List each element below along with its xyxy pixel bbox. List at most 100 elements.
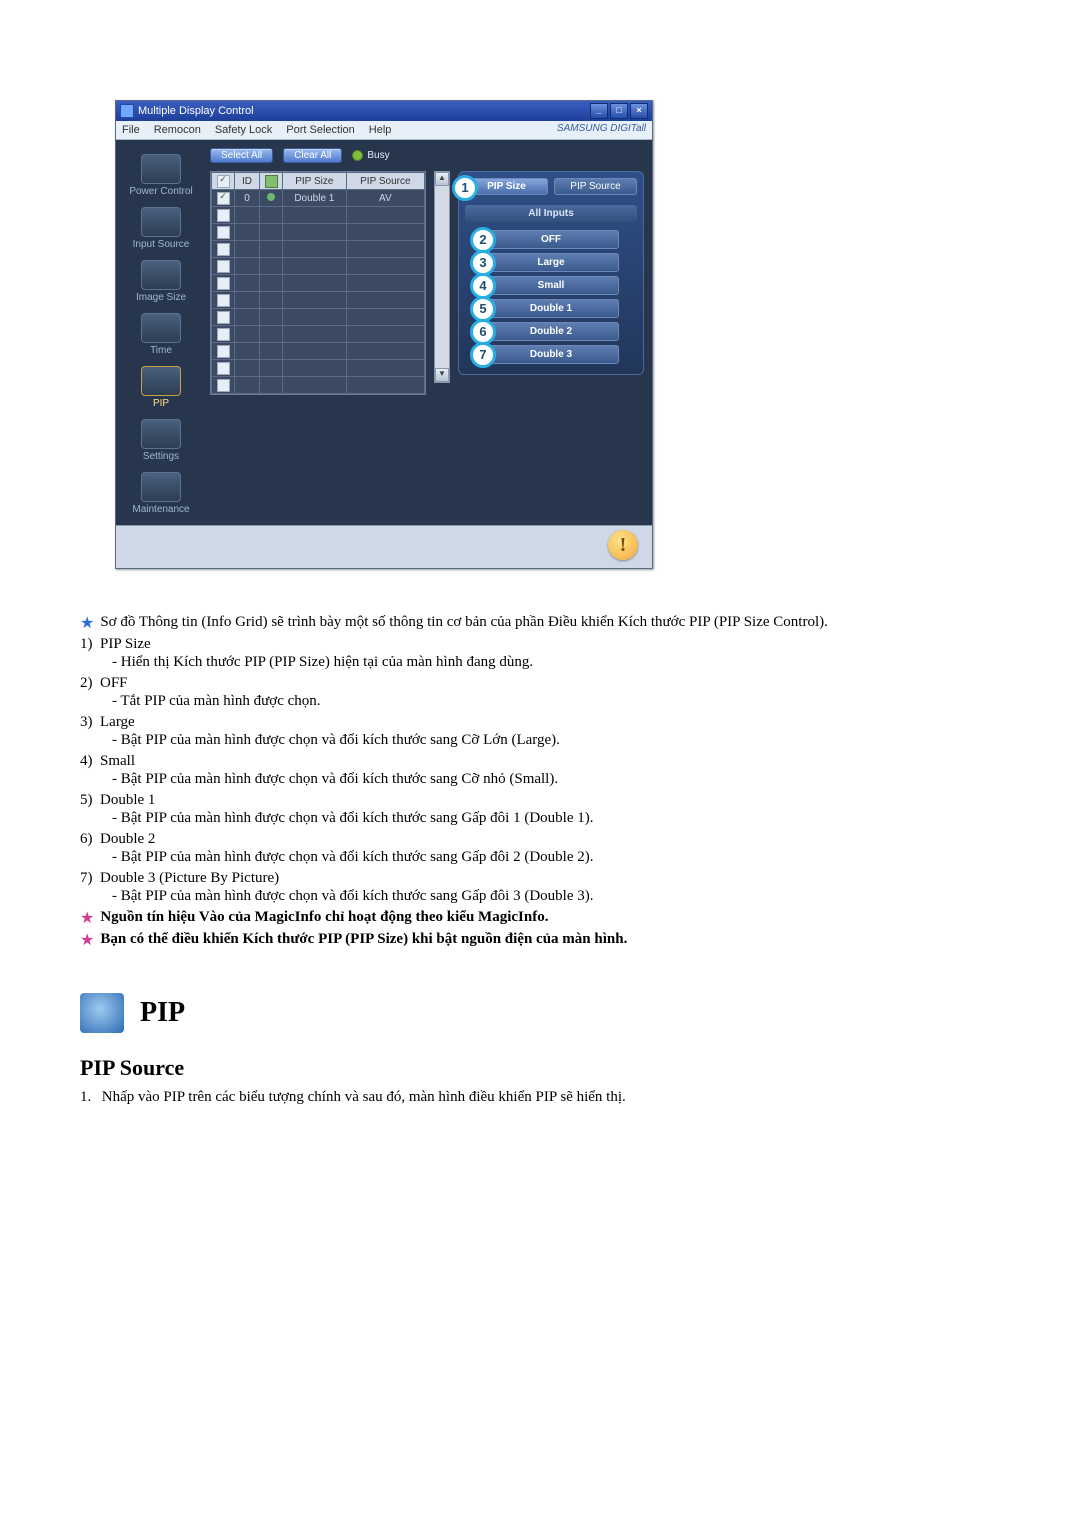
status-header-icon <box>265 175 278 188</box>
sidebar-item-time[interactable]: Time <box>116 313 206 356</box>
busy-label: Busy <box>367 150 389 161</box>
col-pip-source[interactable]: PIP Source <box>346 173 424 190</box>
cell-id: 0 <box>235 190 260 207</box>
row-checkbox-icon[interactable] <box>217 345 230 358</box>
status-strip: ! <box>116 525 652 568</box>
menu-help[interactable]: Help <box>369 124 392 136</box>
row-checkbox-icon[interactable] <box>217 209 230 222</box>
note-intro-text: Sơ đồ Thông tin (Info Grid) sẽ trình bày… <box>100 614 828 634</box>
table-row[interactable]: 0 Double 1 AV <box>212 190 425 207</box>
sidebar-item-input[interactable]: Input Source <box>116 207 206 250</box>
table-row[interactable] <box>212 326 425 343</box>
option-large[interactable]: 3 Large <box>483 253 619 272</box>
option-double3-label: Double 3 <box>530 349 572 360</box>
maintenance-icon <box>141 472 181 502</box>
col-pip-size[interactable]: PIP Size <box>283 173 347 190</box>
cell-pip-size: Double 1 <box>283 190 347 207</box>
option-off-label: OFF <box>541 234 561 245</box>
col-id[interactable]: ID <box>235 173 260 190</box>
busy-indicator: Busy <box>352 150 389 161</box>
sidebar-label-maint: Maintenance <box>116 504 206 515</box>
clear-all-button[interactable]: Clear All <box>283 148 342 163</box>
list-item: 3)Large <box>80 714 1000 731</box>
table-row[interactable] <box>212 258 425 275</box>
option-double2[interactable]: 6 Double 2 <box>483 322 619 341</box>
sidebar-label-pip: PIP <box>116 398 206 409</box>
step-text: Nhấp vào PIP trên các biểu tượng chính v… <box>102 1089 626 1105</box>
row-checkbox-icon[interactable] <box>217 260 230 273</box>
col-checkbox[interactable] <box>212 173 235 190</box>
row-checkbox-icon[interactable] <box>217 226 230 239</box>
tab-pip-size[interactable]: 1 PIP Size <box>465 178 548 195</box>
sidebar-label-power: Power Control <box>116 186 206 197</box>
table-row[interactable] <box>212 343 425 360</box>
checkbox-header-icon[interactable] <box>217 175 230 188</box>
close-button[interactable]: × <box>630 103 648 119</box>
menu-file[interactable]: File <box>122 124 140 136</box>
list-sub: - Bật PIP của màn hình được chọn và đổi … <box>112 771 1000 788</box>
select-all-button[interactable]: Select All <box>210 148 273 163</box>
list-item: 1. Nhấp vào PIP trên các biểu tượng chín… <box>80 1089 1000 1106</box>
row-checkbox-icon[interactable] <box>217 328 230 341</box>
option-double2-label: Double 2 <box>530 326 572 337</box>
option-off[interactable]: 2 OFF <box>483 230 619 249</box>
maximize-button[interactable]: □ <box>610 103 628 119</box>
row-checkbox-icon[interactable] <box>217 243 230 256</box>
option-small-label: Small <box>538 280 565 291</box>
row-checkbox-icon[interactable] <box>217 294 230 307</box>
list-sub: - Bật PIP của màn hình được chọn và đổi … <box>112 888 1000 905</box>
input-source-icon <box>141 207 181 237</box>
menu-port-selection[interactable]: Port Selection <box>286 124 354 136</box>
option-double1[interactable]: 5 Double 1 <box>483 299 619 318</box>
tab-pip-source[interactable]: PIP Source <box>554 178 637 195</box>
scroll-up-icon[interactable]: ▲ <box>435 172 449 186</box>
table-row[interactable] <box>212 292 425 309</box>
row-checkbox-icon[interactable] <box>217 311 230 324</box>
sidebar: Power Control Input Source Image Size Ti… <box>116 140 206 525</box>
sidebar-label-time: Time <box>116 345 206 356</box>
row-checkbox-icon[interactable] <box>217 362 230 375</box>
list-sub: - Bật PIP của màn hình được chọn và đổi … <box>112 849 1000 866</box>
table-row[interactable] <box>212 224 425 241</box>
row-checkbox-icon[interactable] <box>217 277 230 290</box>
option-double3[interactable]: 7 Double 3 <box>483 345 619 364</box>
sidebar-label-image: Image Size <box>116 292 206 303</box>
star-icon: ★ <box>80 931 94 951</box>
star-icon: ★ <box>80 614 94 634</box>
content-area: Select All Clear All Busy ID <box>206 140 652 525</box>
sidebar-item-power[interactable]: Power Control <box>116 154 206 197</box>
table-row[interactable] <box>212 241 425 258</box>
pip-source-heading: PIP Source <box>80 1055 1000 1081</box>
settings-icon <box>141 419 181 449</box>
scroll-down-icon[interactable]: ▼ <box>435 368 449 382</box>
row-checkbox-icon[interactable] <box>217 192 230 205</box>
table-row[interactable] <box>212 309 425 326</box>
table-row[interactable] <box>212 360 425 377</box>
callout-7: 7 <box>470 342 496 368</box>
col-status[interactable] <box>260 173 283 190</box>
table-row[interactable] <box>212 207 425 224</box>
menu-remocon[interactable]: Remocon <box>154 124 201 136</box>
table-row[interactable] <box>212 275 425 292</box>
row-checkbox-icon[interactable] <box>217 379 230 392</box>
app-window: Multiple Display Control _ □ × File Remo… <box>115 100 653 569</box>
sidebar-item-settings[interactable]: Settings <box>116 419 206 462</box>
pip-heading-row: PIP <box>80 993 1000 1033</box>
minimize-button[interactable]: _ <box>590 103 608 119</box>
list-item: 7)Double 3 (Picture By Picture) <box>80 870 1000 887</box>
sidebar-item-image[interactable]: Image Size <box>116 260 206 303</box>
sidebar-item-pip[interactable]: PIP <box>116 366 206 409</box>
list-sub: - Bật PIP của màn hình được chọn và đổi … <box>112 732 1000 749</box>
grid-scrollbar[interactable]: ▲ ▼ <box>434 171 450 383</box>
list-item: 1)PIP Size <box>80 636 1000 653</box>
list-sub: - Tắt PIP của màn hình được chọn. <box>112 693 1000 710</box>
pip-heading-icon <box>80 993 124 1033</box>
callout-1: 1 <box>452 175 478 201</box>
sidebar-item-maintenance[interactable]: Maintenance <box>116 472 206 515</box>
option-small[interactable]: 4 Small <box>483 276 619 295</box>
warning-icon: ! <box>608 530 638 560</box>
star-icon: ★ <box>80 909 94 929</box>
table-row[interactable] <box>212 377 425 394</box>
menu-bar: File Remocon Safety Lock Port Selection … <box>116 121 652 140</box>
menu-safety-lock[interactable]: Safety Lock <box>215 124 272 136</box>
